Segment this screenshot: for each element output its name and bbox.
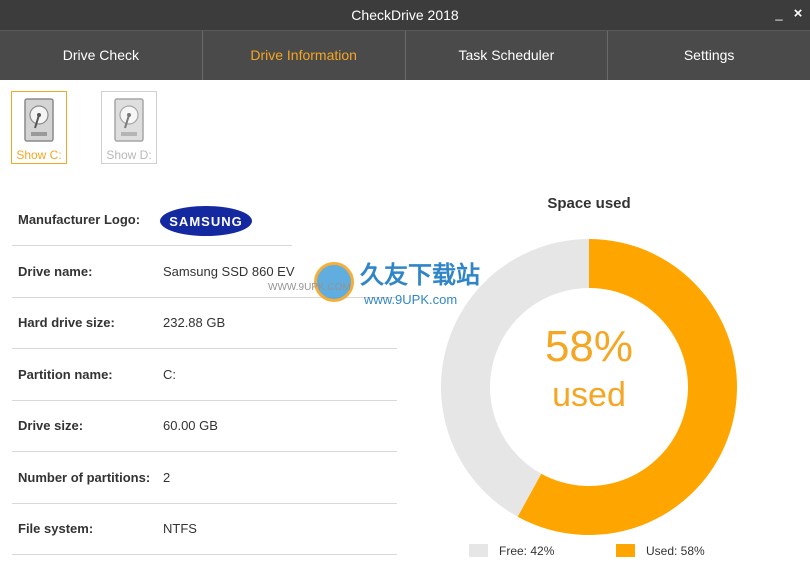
tab-drive-information[interactable]: Drive Information [203, 31, 406, 80]
legend-used-swatch [616, 544, 635, 557]
title-bar: CheckDrive 2018 _ × [0, 0, 810, 30]
watermark-text: 久友下载站 [360, 262, 480, 289]
used-label-text: used [552, 376, 626, 414]
info-row-number-of-partitions: Number of partitions: 2 [12, 452, 397, 504]
drive-d-label: Show D: [106, 148, 152, 162]
samsung-logo-text: SAMSUNG [169, 214, 242, 229]
partition-name-value: C: [163, 367, 176, 382]
minimize-button[interactable]: _ [772, 2, 786, 26]
number-of-partitions-key: Number of partitions: [18, 470, 151, 485]
drive-name-key: Drive name: [18, 264, 93, 279]
info-row-drive-size: Drive size: 60.00 GB [12, 400, 397, 452]
space-used-title: Space used [547, 195, 631, 212]
drive-c-label: Show C: [16, 148, 62, 162]
legend-free-swatch [469, 544, 488, 557]
manufacturer-logo: SAMSUNG [159, 205, 253, 242]
manufacturer-logo-key: Manufacturer Logo: [18, 212, 141, 227]
file-system-key: File system: [18, 521, 94, 536]
drive-size-key: Drive size: [18, 418, 84, 433]
used-percent-text: 58% [544, 322, 634, 371]
watermark-overlay: 久友下载站 www.9UPK.com WWW.9UPK.COM [268, 248, 524, 328]
partition-name-key: Partition name: [18, 367, 113, 382]
hard-drive-icon [114, 98, 144, 142]
info-row-file-system: File system: NTFS [12, 503, 397, 555]
drive-size-value: 60.00 GB [163, 418, 218, 433]
legend-used-label: Used: 58% [646, 544, 705, 558]
main-tabs: Drive Check Drive Information Task Sched… [0, 30, 810, 80]
window-title: CheckDrive 2018 [351, 7, 459, 23]
file-system-value: NTFS [163, 521, 197, 536]
watermark-url: www.9UPK.com [364, 292, 458, 307]
close-button[interactable]: × [790, 2, 806, 26]
watermark-url-small: WWW.9UPK.COM [268, 282, 351, 293]
info-row-partition-name: Partition name: C: [12, 349, 397, 401]
number-of-partitions-value: 2 [163, 470, 171, 485]
tab-settings[interactable]: Settings [608, 31, 810, 80]
show-drive-d-button[interactable]: Show D: [101, 91, 157, 164]
hard-drive-size-value: 232.88 GB [163, 315, 226, 330]
tab-drive-check[interactable]: Drive Check [0, 31, 203, 80]
hard-drive-icon [24, 98, 54, 142]
show-drive-c-button[interactable]: Show C: [11, 91, 67, 164]
hard-drive-size-key: Hard drive size: [18, 315, 115, 330]
tab-task-scheduler[interactable]: Task Scheduler [406, 31, 609, 80]
legend-free-label: Free: 42% [499, 544, 555, 558]
